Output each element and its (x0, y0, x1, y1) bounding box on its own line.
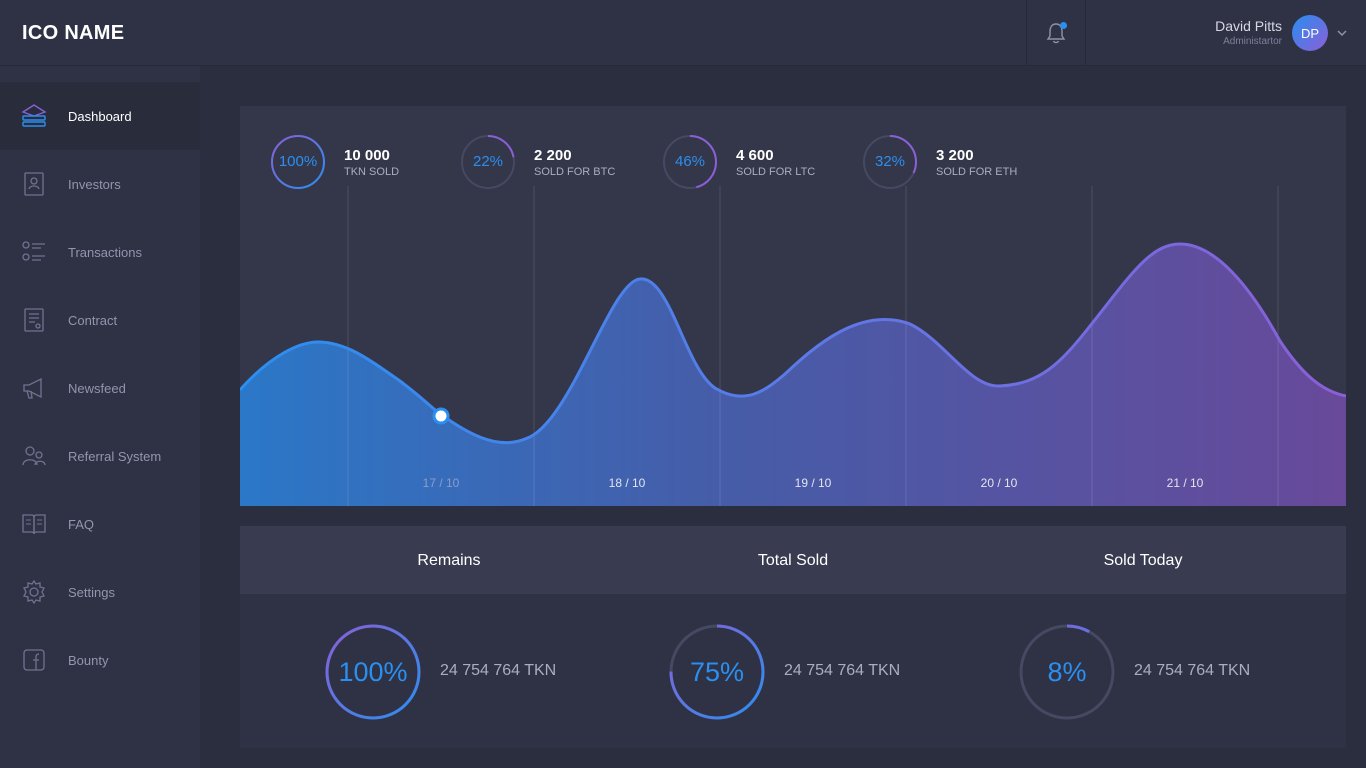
sidebar-item-label: Investors (68, 176, 121, 192)
sidebar-item-label: Dashboard (68, 108, 132, 124)
open-book-icon (22, 514, 46, 535)
stat-percent: 100% (278, 153, 318, 170)
facebook-icon (23, 649, 45, 671)
sidebar-item-referral-system[interactable]: Referral System (0, 422, 200, 490)
stat-value: 4 600 (736, 147, 774, 164)
user-info[interactable]: David Pitts Administartor (1215, 18, 1282, 49)
notifications-button[interactable] (1026, 0, 1086, 66)
user-name: David Pitts (1215, 18, 1282, 34)
avatar[interactable]: DP (1292, 15, 1328, 51)
stat-percent: 32% (874, 153, 906, 170)
sidebar-item-dashboard[interactable]: Dashboard (0, 82, 200, 150)
chart-point-marker[interactable] (432, 407, 450, 425)
summary-amount: 24 754 764 TKN (440, 662, 557, 679)
megaphone-icon (23, 377, 42, 399)
sidebar-item-newsfeed[interactable]: Newsfeed (0, 354, 200, 422)
sidebar-item-bounty[interactable]: Bounty (0, 626, 200, 694)
stat-label: SOLD FOR LTC (736, 166, 816, 178)
stat-value: 2 200 (534, 147, 572, 164)
sidebar-item-label: Referral System (68, 448, 162, 464)
sidebar-item-settings[interactable]: Settings (0, 558, 200, 626)
stat-percent: 22% (472, 153, 504, 170)
stat-percent: 46% (674, 153, 706, 170)
users-icon (22, 446, 46, 466)
summary-title-remains: Remains (417, 552, 481, 569)
database-stack-icon (21, 104, 47, 127)
id-card-icon (24, 172, 44, 196)
token-summary-card: Remains Total Sold Sold Today 100% 24 75… (240, 526, 1346, 748)
sidebar-item-label: Newsfeed (68, 380, 126, 396)
user-role: Administartor (1223, 36, 1282, 47)
chart-area-fill (240, 244, 1346, 506)
x-tick-label: 20 / 10 (980, 476, 1018, 490)
x-tick-label: 17 / 10 (422, 476, 460, 490)
x-tick-label: 18 / 10 (608, 476, 646, 490)
notification-dot (1060, 22, 1067, 29)
summary-header: Remains Total Sold Sold Today (240, 526, 1346, 594)
stat-label: SOLD FOR BTC (534, 166, 616, 178)
sidebar-item-label: FAQ (68, 516, 95, 532)
stat-label: TKN SOLD (344, 166, 400, 178)
sidebar-item-label: Contract (68, 312, 118, 328)
sidebar-item-faq[interactable]: FAQ (0, 490, 200, 558)
stat-value: 3 200 (936, 147, 974, 164)
summary-title-sold-today: Sold Today (1103, 552, 1183, 569)
sidebar-item-investors[interactable]: Investors (0, 150, 200, 218)
sidebar-item-label: Bounty (68, 652, 109, 668)
brand-logo[interactable]: ICO NAME (22, 22, 124, 45)
stat-value: 10 000 (344, 147, 390, 164)
summary-amount: 24 754 764 TKN (784, 662, 901, 679)
sidebar: Dashboard Investors Transactions Contrac… (0, 66, 200, 768)
gear-icon (23, 579, 45, 605)
chevron-down-icon[interactable] (1336, 27, 1348, 39)
top-header: ICO NAME David Pitts Administartor DP (0, 0, 1366, 66)
sidebar-item-transactions[interactable]: Transactions (0, 218, 200, 286)
list-icon (22, 241, 45, 261)
x-tick-label: 21 / 10 (1166, 476, 1204, 490)
document-icon (24, 308, 44, 332)
stat-label: SOLD FOR ETH (936, 166, 1018, 178)
summary-percent: 100% (338, 657, 408, 687)
summary-amount: 24 754 764 TKN (1134, 662, 1251, 679)
sidebar-item-label: Transactions (68, 244, 142, 260)
summary-percent: 75% (689, 657, 745, 687)
sidebar-item-contract[interactable]: Contract (0, 286, 200, 354)
sales-chart-card: 100% 10 000 TKN SOLD 22% 2 200 SOLD FOR … (240, 106, 1346, 506)
summary-title-total-sold: Total Sold (757, 552, 829, 569)
summary-percent: 8% (1047, 657, 1087, 687)
sidebar-item-label: Settings (68, 584, 115, 600)
x-tick-label: 19 / 10 (794, 476, 832, 490)
